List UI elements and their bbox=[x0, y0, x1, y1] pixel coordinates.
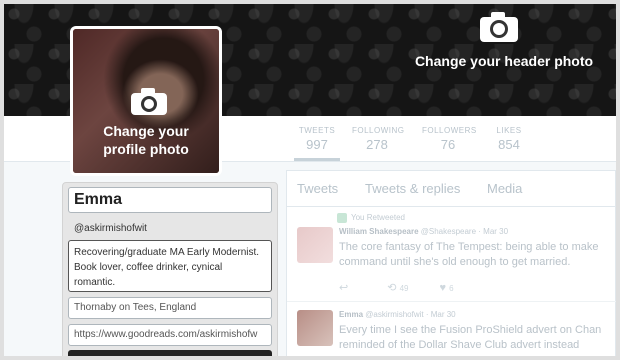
retweet-context: You Retweeted bbox=[337, 213, 405, 223]
tab-tweets[interactable]: Tweets bbox=[297, 181, 338, 196]
avatar[interactable] bbox=[297, 310, 333, 346]
stat-value: 278 bbox=[366, 137, 388, 152]
tweet-item[interactable]: Emma @askirmishofwit · Mar 30 Every time… bbox=[287, 301, 616, 356]
stat-label: TWEETS bbox=[298, 126, 336, 135]
tweet-text-line: command until she's old enough to get ma… bbox=[339, 256, 571, 268]
stat-tweets[interactable]: TWEETS 997 bbox=[294, 126, 340, 161]
tweet-date[interactable]: Mar 30 bbox=[483, 227, 508, 236]
stat-followers[interactable]: FOLLOWERS 76 bbox=[422, 126, 477, 152]
tweet-author-name[interactable]: Emma bbox=[339, 310, 363, 319]
stat-value: 76 bbox=[440, 137, 456, 152]
retweet-button-icon[interactable]: ⟲ bbox=[387, 282, 396, 294]
retweet-count: 49 bbox=[399, 284, 409, 293]
stat-likes[interactable]: LIKES 854 bbox=[494, 126, 524, 152]
timeline-tabs: Tweets Tweets & replies Media bbox=[287, 171, 615, 207]
website-input[interactable]: https://www.goodreads.com/askirmishofw bbox=[68, 324, 272, 346]
tweet-author-handle[interactable]: @Shakespeare bbox=[421, 227, 476, 236]
change-profile-photo-label[interactable]: Change your profile photo bbox=[73, 122, 219, 158]
tweet-text-line: The core fantasy of The Tempest: being a… bbox=[339, 241, 599, 253]
profile-photo[interactable]: Change your profile photo bbox=[70, 26, 222, 176]
camera-icon[interactable] bbox=[129, 87, 169, 117]
stat-value: 854 bbox=[498, 137, 520, 152]
tweet-actions: ↩ ⟲ 49 ♥ 6 bbox=[339, 281, 454, 294]
stat-value: 997 bbox=[306, 137, 328, 152]
stat-label: FOLLOWERS bbox=[422, 126, 477, 135]
theme-color-button[interactable]: Theme color bbox=[68, 350, 272, 356]
location-input[interactable]: Thornaby on Tees, England bbox=[68, 297, 272, 319]
stat-following[interactable]: FOLLOWING 278 bbox=[352, 126, 405, 152]
stat-label: FOLLOWING bbox=[352, 126, 405, 135]
tweet-date[interactable]: Mar 30 bbox=[431, 310, 456, 319]
tweet-header: Emma @askirmishofwit · Mar 30 bbox=[339, 310, 456, 319]
heart-icon[interactable]: ♥ bbox=[440, 282, 447, 294]
profile-edit-screen: Change your header photo TWEETS 997 FOLL… bbox=[0, 0, 620, 360]
change-profile-photo-line: profile photo bbox=[103, 141, 189, 157]
tweet-text-line: reminded of the Dollar Shave Club advert… bbox=[339, 339, 580, 351]
retweet-icon bbox=[337, 213, 347, 223]
timeline: Tweets Tweets & replies Media You Retwee… bbox=[286, 170, 616, 356]
tab-tweets-replies[interactable]: Tweets & replies bbox=[365, 181, 460, 196]
change-profile-photo-line: Change your bbox=[103, 123, 189, 139]
stat-label: LIKES bbox=[496, 126, 522, 135]
tweet-text-line: Every time I see the Fusion ProShield ad… bbox=[339, 324, 602, 336]
reply-icon[interactable]: ↩ bbox=[339, 282, 348, 294]
retweet-context-label: You Retweeted bbox=[351, 213, 405, 223]
tweet-author-handle[interactable]: @askirmishofwit bbox=[365, 310, 423, 319]
handle-label: @askirmishofwit bbox=[74, 223, 147, 234]
tweet-author-name[interactable]: William Shakespeare bbox=[339, 227, 419, 236]
like-count: 6 bbox=[449, 284, 454, 293]
profile-edit-panel: Emma @askirmishofwit Recovering/graduate… bbox=[62, 182, 278, 356]
change-header-photo-label[interactable]: Change your header photo bbox=[374, 53, 616, 69]
tweet-header: William Shakespeare @Shakespeare · Mar 3… bbox=[339, 227, 509, 236]
tweet-item[interactable]: You Retweeted William Shakespeare @Shake… bbox=[287, 209, 616, 299]
avatar[interactable] bbox=[297, 227, 333, 263]
bio-textarea[interactable]: Recovering/graduate MA Early Modernist. … bbox=[68, 240, 272, 292]
name-input[interactable]: Emma bbox=[68, 187, 272, 213]
camera-icon[interactable] bbox=[478, 10, 520, 44]
tab-media[interactable]: Media bbox=[487, 181, 522, 196]
